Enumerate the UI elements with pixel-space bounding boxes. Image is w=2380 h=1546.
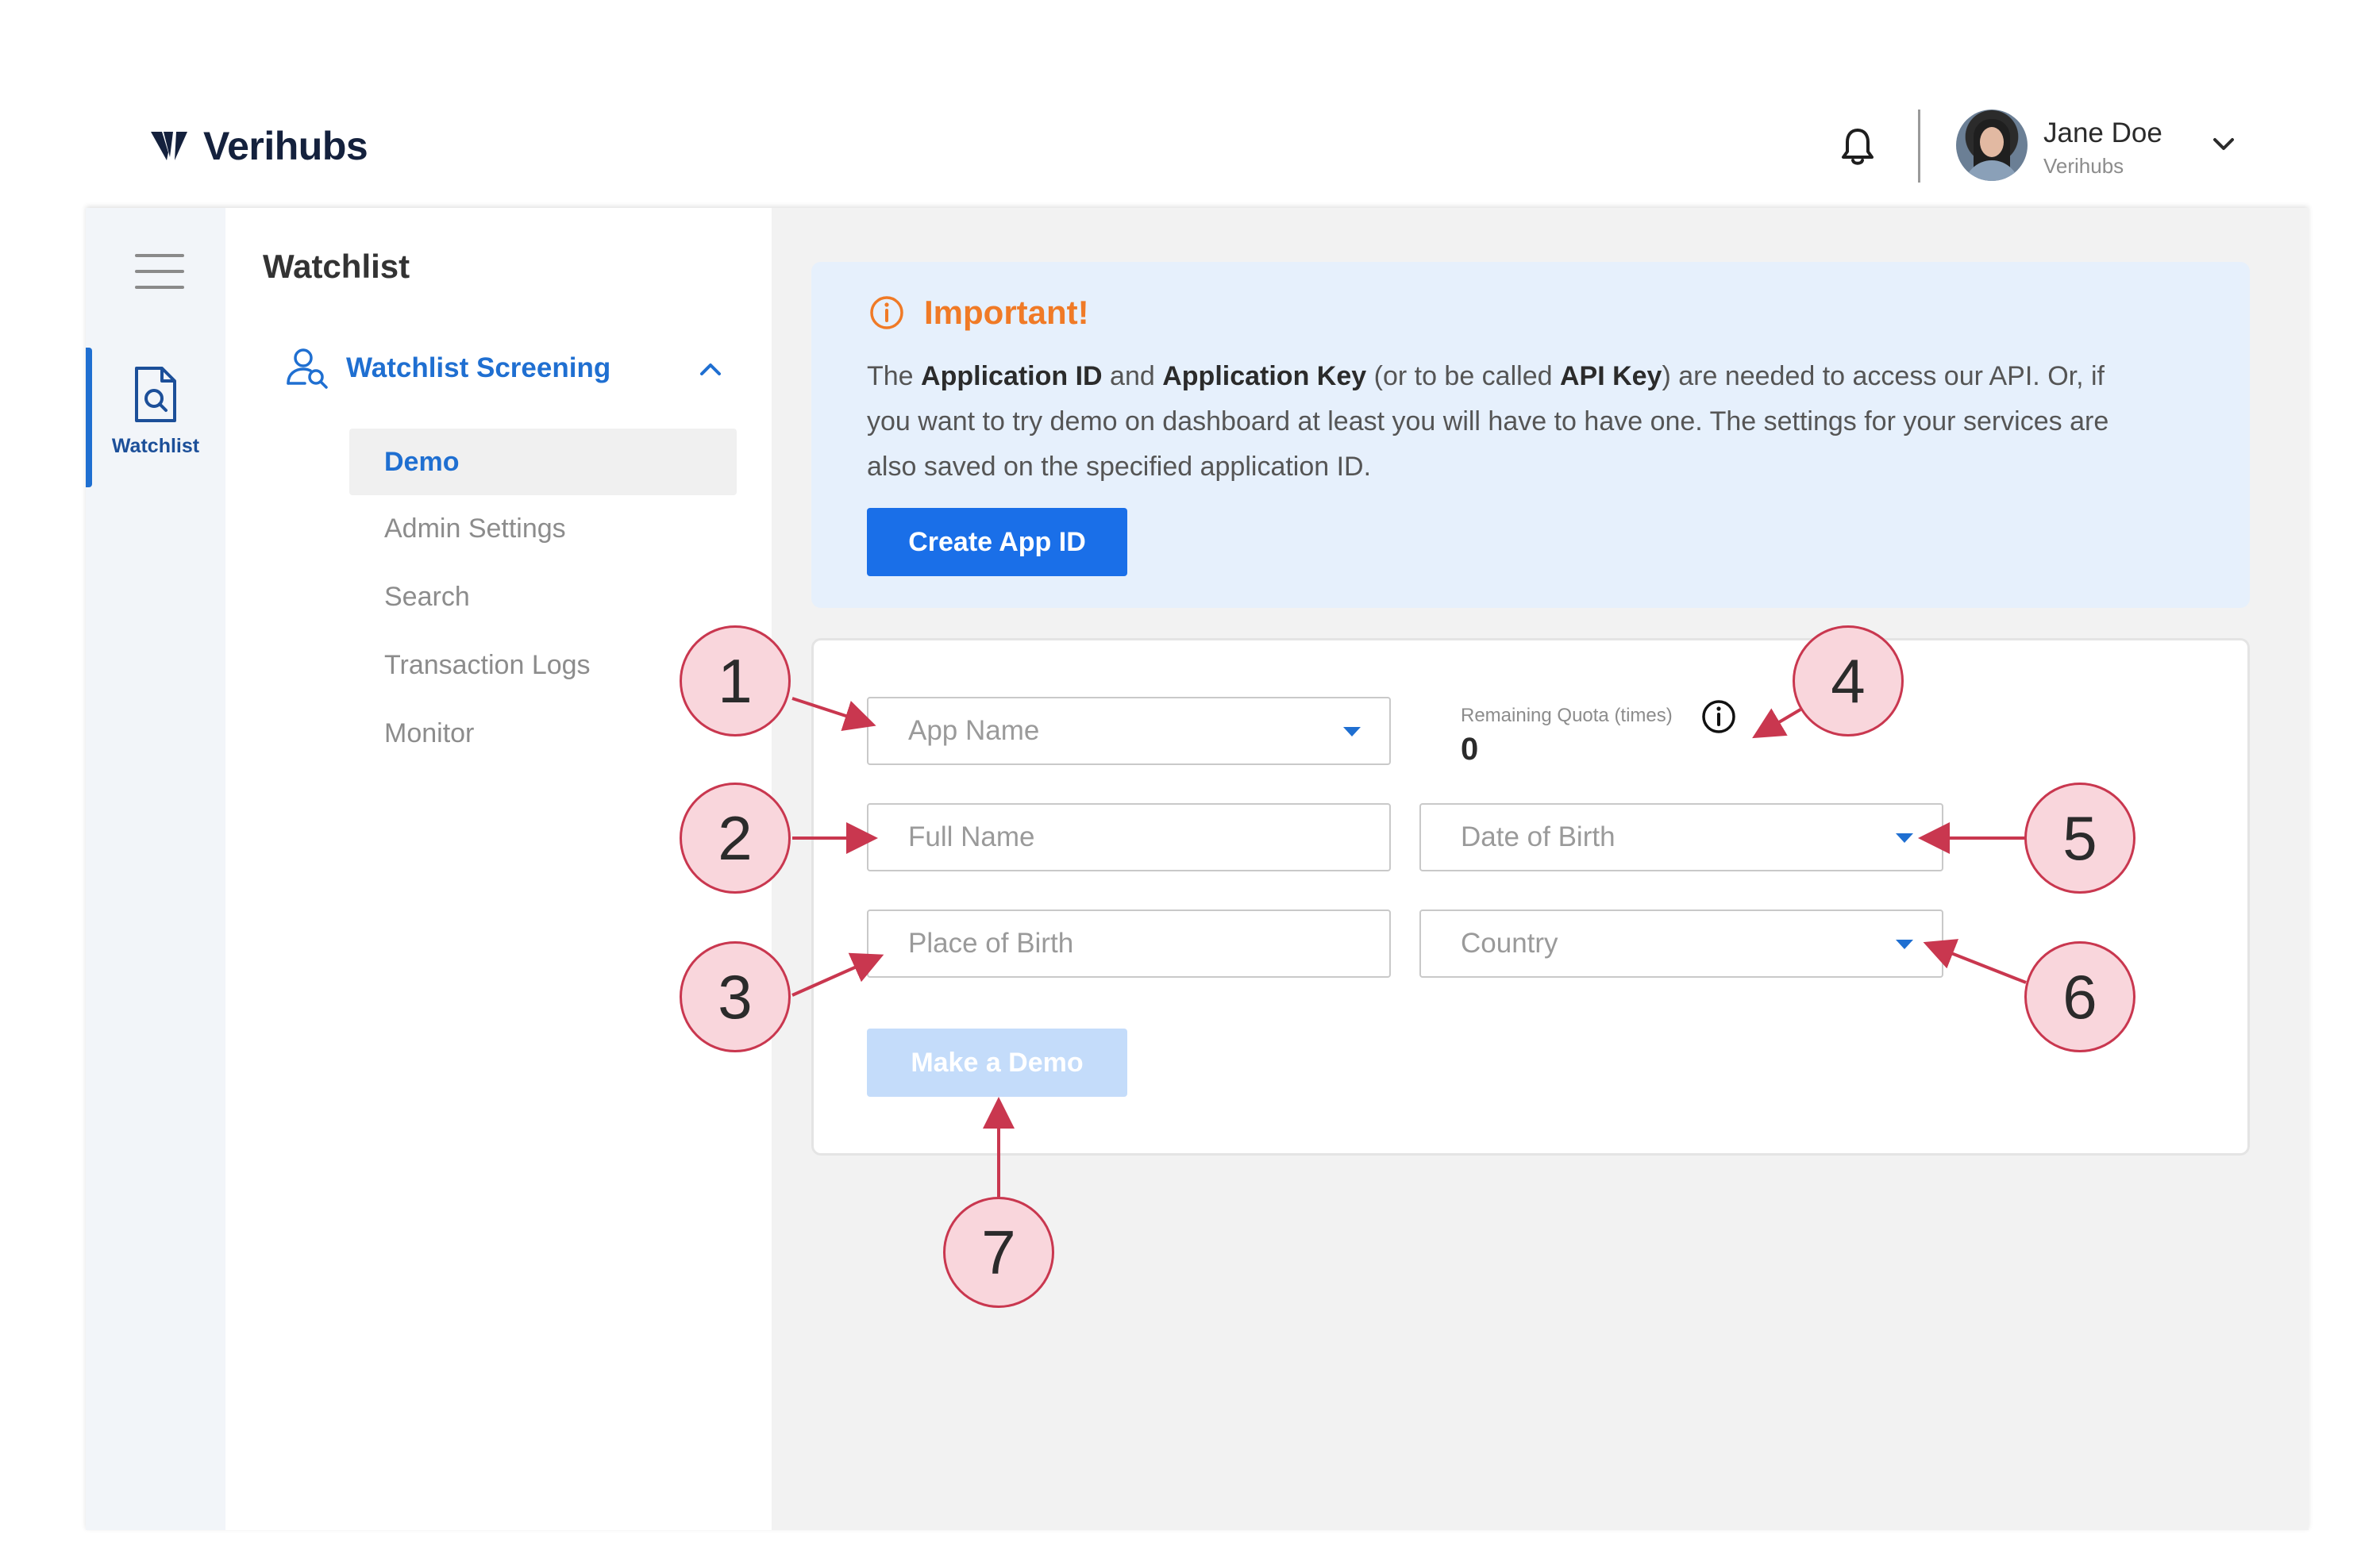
- callout-1: 1: [680, 625, 791, 736]
- callout-4: 4: [1793, 625, 1904, 736]
- document-search-icon: [135, 367, 176, 422]
- notice-title-text: Important!: [924, 294, 1089, 331]
- app-name-select[interactable]: App Name: [867, 697, 1391, 765]
- user-search-icon: [287, 348, 328, 389]
- callout-5: 5: [2024, 783, 2135, 894]
- remaining-quota-label: Remaining Quota (times): [1461, 705, 1673, 726]
- caret-down-icon: [1896, 940, 1913, 949]
- sidebar-group-watchlist-screening[interactable]: Watchlist Screening: [286, 343, 730, 394]
- chevron-down-icon[interactable]: [2212, 137, 2236, 152]
- sidebar-item-monitor[interactable]: Monitor: [349, 700, 737, 767]
- place-of-birth-field[interactable]: Place of Birth: [867, 910, 1391, 978]
- chevron-up-icon[interactable]: [699, 362, 722, 376]
- date-of-birth-placeholder: Date of Birth: [1461, 821, 1616, 852]
- header-divider: [1918, 110, 1920, 183]
- place-of-birth-placeholder: Place of Birth: [908, 928, 1074, 959]
- sidebar-item-transaction-logs[interactable]: Transaction Logs: [349, 632, 737, 698]
- avatar[interactable]: [1956, 110, 2028, 181]
- remaining-quota-value: 0: [1461, 732, 1479, 767]
- info-icon[interactable]: [1700, 698, 1737, 735]
- callout-6: 6: [2024, 941, 2135, 1052]
- sidebar-group-label: Watchlist Screening: [346, 352, 611, 383]
- callout-7: 7: [943, 1197, 1054, 1308]
- top-header: Verihubs Jane Doe Verihubs: [0, 0, 2380, 208]
- rail-item-label: Watchlist: [111, 435, 200, 457]
- user-organization: Verihubs: [2043, 154, 2124, 178]
- make-a-demo-button[interactable]: Make a Demo: [867, 1029, 1127, 1097]
- hamburger-menu-icon[interactable]: [135, 254, 184, 289]
- info-icon: [870, 296, 903, 329]
- caret-down-icon: [1343, 727, 1361, 736]
- verihubs-logo-icon: [151, 132, 187, 160]
- app-name-placeholder: App Name: [908, 715, 1040, 746]
- full-name-placeholder: Full Name: [908, 821, 1035, 852]
- sidebar-title: Watchlist: [263, 248, 410, 285]
- sidebar-item-admin-settings[interactable]: Admin Settings: [349, 495, 737, 562]
- date-of-birth-select[interactable]: Date of Birth: [1419, 803, 1943, 871]
- callout-2: 2: [680, 783, 791, 894]
- brand-name: Verihubs: [203, 124, 368, 168]
- bell-icon[interactable]: [1840, 127, 1875, 167]
- caret-down-icon: [1896, 833, 1913, 843]
- create-app-id-button[interactable]: Create App ID: [867, 508, 1127, 576]
- brand-logo[interactable]: Verihubs: [151, 123, 368, 169]
- full-name-field[interactable]: Full Name: [867, 803, 1391, 871]
- sidebar-item-search[interactable]: Search: [349, 563, 737, 630]
- notice-title: Important!: [868, 294, 1089, 332]
- user-name[interactable]: Jane Doe: [2043, 117, 2162, 149]
- sidebar-item-demo[interactable]: Demo: [349, 429, 737, 495]
- country-placeholder: Country: [1461, 928, 1558, 959]
- country-select[interactable]: Country: [1419, 910, 1943, 978]
- notice-text: The Application ID and Application Key (…: [867, 361, 2109, 482]
- callout-3: 3: [680, 941, 791, 1052]
- rail-item-watchlist[interactable]: Watchlist: [86, 365, 225, 476]
